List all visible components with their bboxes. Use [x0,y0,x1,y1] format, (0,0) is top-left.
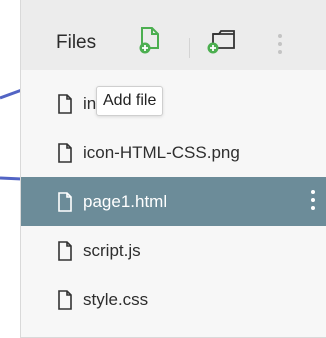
file-list: ind icon-HTML-CSS.png page1.html script.… [21,79,326,324]
file-plus-icon[interactable] [139,26,161,54]
files-panel-header: Files [21,0,326,70]
file-row[interactable]: icon-HTML-CSS.png [21,128,326,177]
kebab-menu-icon[interactable] [311,190,315,214]
file-name: icon-HTML-CSS.png [83,143,240,162]
file-icon [57,192,73,217]
file-icon [57,94,73,119]
folder-plus-icon[interactable] [207,27,237,55]
panel-title: Files [56,32,97,53]
file-icon [57,241,73,266]
file-row[interactable]: ind [21,79,326,128]
kebab-menu-icon[interactable] [278,34,282,58]
file-name: page1.html [83,192,168,211]
header-divider [189,38,190,58]
file-name: script.js [83,241,141,260]
file-row[interactable]: style.css [21,275,326,324]
files-panel: Files ind icon-HTML-CSS.png page1.html s… [20,0,326,338]
file-icon [57,290,73,315]
file-name: style.css [83,290,149,309]
file-icon [57,143,73,168]
file-row[interactable]: script.js [21,226,326,275]
file-row-selected[interactable]: page1.html [21,177,326,226]
add-file-tooltip: Add file [96,86,164,116]
